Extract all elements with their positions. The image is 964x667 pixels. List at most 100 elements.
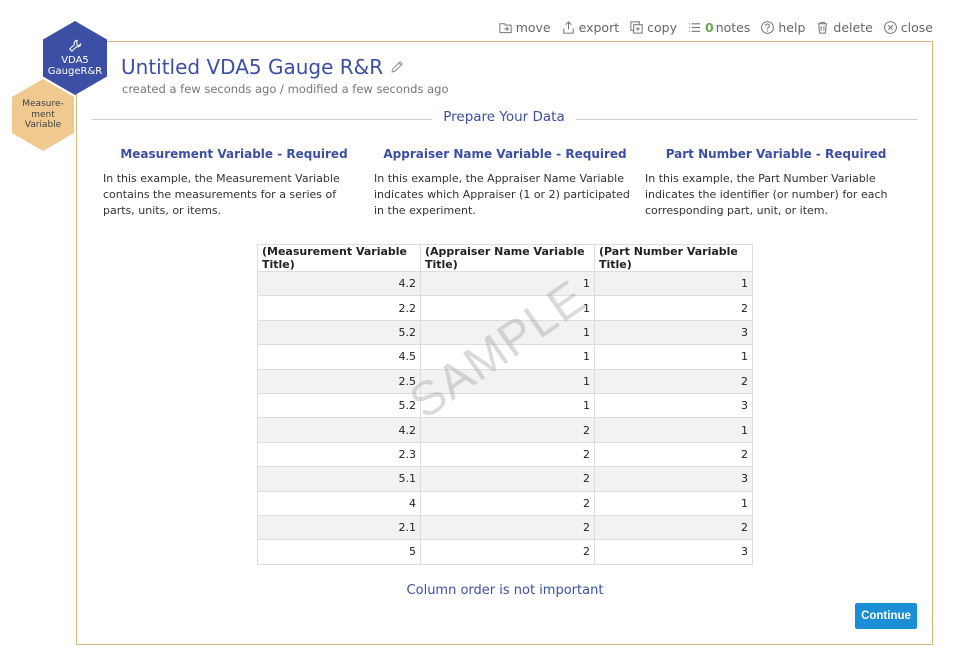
- measurement-variable-info: Measurement Variable - Required In this …: [103, 147, 365, 219]
- title-row: Untitled VDA5 Gauge R&R: [121, 55, 405, 79]
- notes-count: 0: [704, 20, 714, 35]
- appraiser-name-variable-info: Appraiser Name Variable - Required In th…: [374, 147, 636, 219]
- help-button[interactable]: help: [760, 20, 805, 35]
- table-header-row: (Measurement Variable Title) (Appraiser …: [257, 244, 753, 272]
- section-title: Prepare Your Data: [432, 109, 576, 125]
- table-cell: 2: [594, 368, 753, 394]
- table-row: 2.3 2 2: [257, 441, 753, 468]
- step-badge-line2: ment: [31, 109, 55, 120]
- table-row: 4.2 2 1: [257, 417, 753, 443]
- close-icon: [883, 21, 897, 34]
- step-badge-line1: Measure-: [22, 99, 64, 110]
- section-divider-left: [92, 119, 432, 120]
- help-icon: [761, 21, 775, 34]
- table-cell: 5.2: [257, 392, 421, 419]
- tool-badge-line1: VDA5: [61, 55, 89, 66]
- section-divider-right: [576, 119, 917, 120]
- table-cell: 4.5: [257, 344, 421, 370]
- table-cell: 1: [594, 417, 753, 443]
- table-row: 5.1 2 3: [257, 466, 753, 492]
- move-label: move: [515, 20, 551, 35]
- table-cell: 2: [420, 417, 595, 443]
- table-cell: 5.1: [257, 466, 421, 492]
- close-button[interactable]: close: [883, 20, 933, 35]
- notes-button[interactable]: 0 notes: [687, 20, 750, 35]
- table-cell: 1: [420, 319, 595, 346]
- delete-label: delete: [833, 20, 873, 35]
- column-header: (Part Number Variable Title): [594, 244, 753, 272]
- wrench-icon: [69, 39, 82, 52]
- copy-button[interactable]: copy: [629, 20, 677, 35]
- table-row: 2.5 1 2: [257, 368, 753, 394]
- move-icon: [499, 23, 512, 34]
- move-button[interactable]: move: [498, 20, 551, 35]
- created-modified-meta: created a few seconds ago / modified a f…: [122, 82, 449, 96]
- table-cell: 1: [420, 392, 595, 419]
- table-cell: 2: [594, 514, 753, 541]
- table-cell: 5.2: [257, 319, 421, 346]
- table-cell: 4.2: [257, 417, 421, 443]
- tool-badge-line2: GaugeR&R: [47, 66, 103, 77]
- column-description: In this example, the Part Number Variabl…: [645, 172, 888, 217]
- column-header: (Appraiser Name Variable Title): [420, 244, 595, 272]
- table-cell: 3: [594, 319, 753, 346]
- step-badge-line3: Variable: [24, 120, 62, 131]
- table-row: 523: [257, 539, 753, 565]
- column-order-note: Column order is not important: [406, 583, 604, 598]
- table-cell: 2.2: [257, 295, 421, 321]
- table-cell: 1: [420, 368, 595, 394]
- copy-label: copy: [647, 20, 677, 35]
- column-description: In this example, the Measurement Variabl…: [103, 172, 340, 217]
- export-button[interactable]: export: [561, 20, 620, 35]
- table-row: 4.2 1 1: [257, 270, 753, 297]
- export-icon: [562, 21, 574, 34]
- column-heading: Measurement Variable - Required: [120, 147, 348, 161]
- close-label: close: [900, 20, 933, 35]
- table-row: 2.1 2 2: [257, 514, 753, 541]
- column-description: In this example, the Appraiser Name Vari…: [374, 172, 630, 217]
- notes-label: notes: [715, 20, 751, 35]
- table-cell: 1: [594, 344, 753, 370]
- table-cell: 2: [594, 295, 753, 321]
- table-cell: 2.5: [257, 368, 421, 394]
- continue-button[interactable]: Continue: [855, 603, 917, 629]
- delete-button[interactable]: delete: [815, 20, 873, 35]
- table-cell: 2: [594, 441, 753, 468]
- notes-list-icon: [688, 23, 701, 32]
- table-row: 5.2 1 3: [257, 392, 753, 419]
- table-cell: 1: [420, 295, 595, 321]
- table-cell: 2: [420, 466, 595, 492]
- table-row: 4.5 1 1: [257, 344, 753, 370]
- table-cell: 2: [420, 490, 595, 516]
- table-cell: 2.1: [257, 514, 421, 541]
- table-cell: 1: [594, 270, 753, 297]
- top-toolbar: move export copy 0 notes help delete clo…: [488, 20, 933, 35]
- table-cell: 3: [594, 466, 753, 492]
- trash-icon: [818, 21, 828, 34]
- table-row: 2.2 1 2: [257, 295, 753, 321]
- copy-icon: [630, 21, 643, 34]
- table-cell: 2.3: [257, 441, 421, 468]
- table-cell: 4: [257, 490, 421, 516]
- table-cell: 3: [594, 392, 753, 419]
- table-cell: 2: [420, 441, 595, 468]
- table-cell: 5: [257, 539, 421, 565]
- sample-data-table: (Measurement Variable Title) (Appraiser …: [257, 244, 753, 565]
- table-cell: 2: [420, 539, 595, 565]
- table-cell: 3: [594, 539, 753, 565]
- table-cell: 2: [420, 514, 595, 541]
- help-label: help: [778, 20, 806, 35]
- export-label: export: [578, 20, 620, 35]
- column-heading: Part Number Variable - Required: [665, 147, 887, 161]
- column-heading: Appraiser Name Variable - Required: [383, 147, 627, 161]
- table-cell: 1: [420, 270, 595, 297]
- table-cell: 1: [594, 490, 753, 516]
- step-badge-measurement-variable[interactable]: Measure- ment Variable: [12, 79, 74, 151]
- pencil-icon[interactable]: [389, 59, 405, 75]
- table-row: 5.2 1 3: [257, 319, 753, 346]
- page-title: Untitled VDA5 Gauge R&R: [121, 55, 384, 79]
- column-header: (Measurement Variable Title): [257, 244, 421, 272]
- table-row: 421: [257, 490, 753, 516]
- table-cell: 1: [420, 344, 595, 370]
- table-cell: 4.2: [257, 270, 421, 297]
